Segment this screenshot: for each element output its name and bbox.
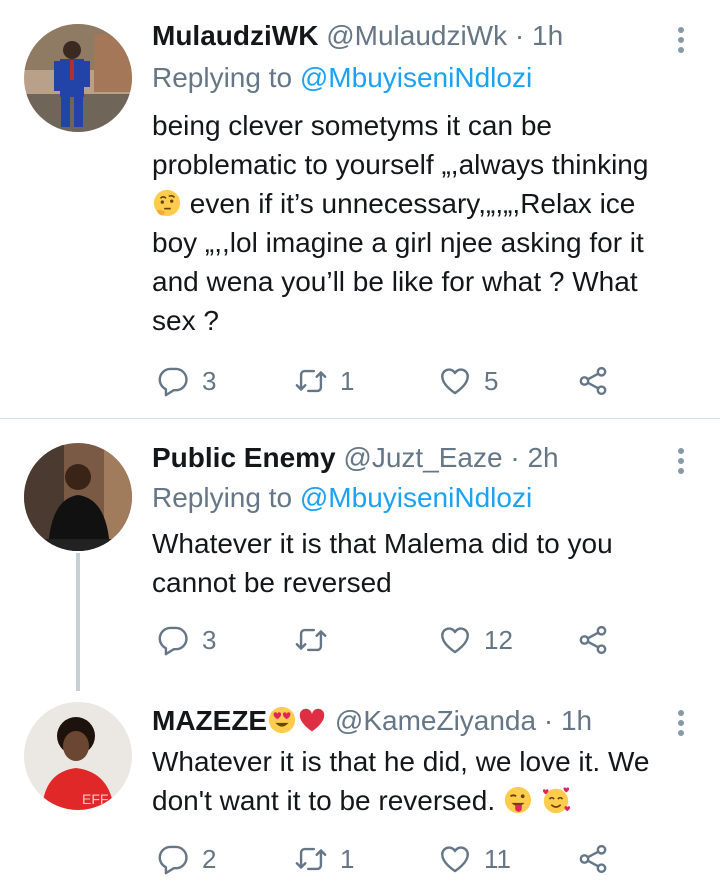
retweet-button[interactable]: 1 <box>294 839 354 879</box>
display-name[interactable]: Public Enemy <box>152 442 336 473</box>
text-line: don't want it to be reversed. <box>152 781 697 820</box>
user-handle[interactable]: @KameZiyanda <box>335 705 536 736</box>
mention-link[interactable]: @MbuyiseniNdlozi <box>300 482 532 513</box>
share-button[interactable] <box>576 620 610 660</box>
retweet-icon <box>294 842 328 876</box>
retweet-icon <box>294 364 328 398</box>
tweet-header: MulaudziWK @MulaudziWk · 1h <box>152 19 563 53</box>
text-line: boy „,,lol imagine a girl njee asking fo… <box>152 227 644 258</box>
svg-text:EFF: EFF <box>82 791 108 807</box>
reply-count: 3 <box>202 365 217 396</box>
reply-icon <box>156 364 190 398</box>
tweet[interactable]: MulaudziWK @MulaudziWk · 1h Replying to … <box>0 0 720 418</box>
avatar[interactable]: EFF <box>24 702 132 810</box>
retweet-count: 1 <box>340 843 355 874</box>
tweet-header: MAZEZE @KameZiyanda · 1h <box>152 704 592 738</box>
tweet-text: Whatever it is that he did, we love it. … <box>152 742 697 820</box>
like-count: 11 <box>484 843 511 874</box>
share-button[interactable] <box>576 839 610 879</box>
user-handle[interactable]: @MulaudziWk <box>326 20 507 51</box>
text-line: even if it’s unnecessary,„,„,Relax ice <box>152 184 697 223</box>
tweet[interactable]: Public Enemy @Juzt_Eaze · 2h Replying to… <box>0 419 720 691</box>
retweet-button[interactable] <box>294 620 340 660</box>
tweet-actions: 3 1 5 <box>152 361 622 401</box>
timestamp[interactable]: 2h <box>527 442 558 473</box>
retweet-icon <box>294 623 328 657</box>
tweet[interactable]: EFF MAZEZE @KameZiyanda · 1h Whatever it… <box>0 690 720 892</box>
more-options-icon[interactable] <box>676 710 686 740</box>
display-name[interactable]: MAZEZE <box>152 705 267 736</box>
timestamp[interactable]: 1h <box>561 705 592 736</box>
thread-connector <box>76 553 80 691</box>
red-heart-icon <box>299 708 325 732</box>
text-line: sex ? <box>152 305 219 336</box>
replying-to-label: Replying to <box>152 482 293 513</box>
reply-icon <box>156 623 190 657</box>
timestamp[interactable]: 1h <box>532 20 563 51</box>
user-handle[interactable]: @Juzt_Eaze <box>343 442 502 473</box>
reply-button[interactable]: 3 <box>156 361 216 401</box>
share-icon <box>576 364 610 398</box>
winking-tongue-face-icon <box>504 786 532 814</box>
heart-icon <box>438 364 472 398</box>
text-line: problematic to yourself „,always thinkin… <box>152 149 649 180</box>
separator-dot: · <box>514 20 525 51</box>
display-name[interactable]: MulaudziWK <box>152 20 318 51</box>
avatar[interactable] <box>24 443 132 551</box>
reply-button[interactable]: 2 <box>156 839 216 879</box>
tweet-actions: 3 12 <box>152 620 622 660</box>
share-icon <box>576 842 610 876</box>
heart-eyes-icon <box>268 706 296 734</box>
separator-dot: · <box>510 442 520 473</box>
share-button[interactable] <box>576 361 610 401</box>
reply-icon <box>156 842 190 876</box>
text-line: cannot be reversed <box>152 567 392 598</box>
text-line: Whatever it is that Malema did to you <box>152 528 613 559</box>
share-icon <box>576 623 610 657</box>
replying-to-label: Replying to <box>152 62 293 93</box>
text-line: and wena you’ll be like for what ? What <box>152 266 638 297</box>
heart-icon <box>438 623 472 657</box>
like-button[interactable]: 12 <box>438 620 513 660</box>
text-line: Whatever it is that he did, we love it. … <box>152 746 650 777</box>
tweet-text: Whatever it is that Malema did to you ca… <box>152 524 697 602</box>
reply-count: 3 <box>202 624 217 655</box>
like-button[interactable]: 11 <box>438 839 511 879</box>
tweet-actions: 2 1 11 <box>152 839 622 879</box>
smiling-face-with-hearts-icon <box>542 787 570 814</box>
heart-icon <box>438 842 472 876</box>
like-count: 12 <box>484 624 513 655</box>
replying-to: Replying to @MbuyiseniNdlozi <box>152 481 532 515</box>
reply-count: 2 <box>202 843 217 874</box>
reply-button[interactable]: 3 <box>156 620 216 660</box>
text-line: being clever sometyms it can be <box>152 110 552 141</box>
more-options-icon[interactable] <box>676 448 686 478</box>
tweet-header: Public Enemy @Juzt_Eaze · 2h <box>152 441 559 475</box>
retweet-count: 1 <box>340 365 355 396</box>
avatar[interactable] <box>24 24 132 132</box>
replying-to: Replying to @MbuyiseniNdlozi <box>152 61 532 95</box>
tweet-text: being clever sometyms it can be problema… <box>152 106 697 340</box>
like-button[interactable]: 5 <box>438 361 498 401</box>
mention-link[interactable]: @MbuyiseniNdlozi <box>300 62 532 93</box>
retweet-button[interactable]: 1 <box>294 361 354 401</box>
thinking-face-icon <box>153 189 181 217</box>
like-count: 5 <box>484 365 499 396</box>
more-options-icon[interactable] <box>676 27 686 57</box>
separator-dot: · <box>543 705 554 736</box>
